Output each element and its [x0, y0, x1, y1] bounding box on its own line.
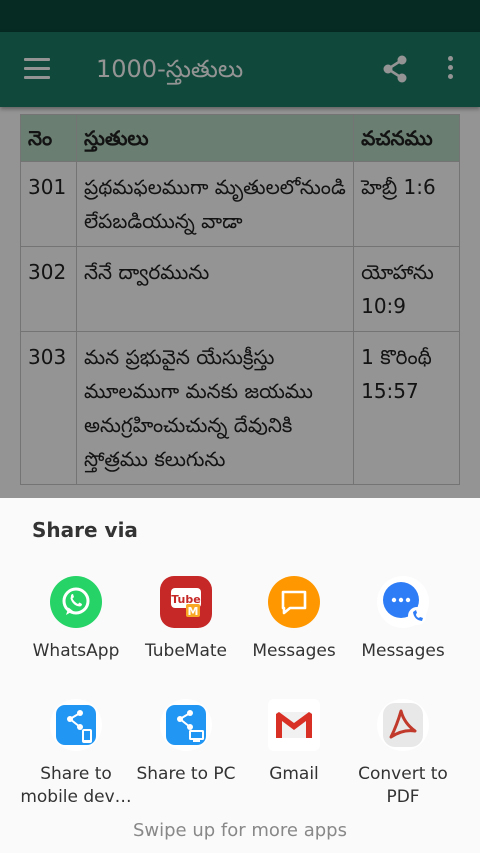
whatsapp-icon — [50, 576, 102, 628]
share-to-pc-icon — [160, 699, 212, 751]
share-app-tubemate[interactable]: Tube M TubeMate — [126, 576, 246, 691]
app-label: Messages — [361, 641, 445, 661]
app-label: Gmail — [269, 764, 319, 784]
svg-text:M: M — [188, 605, 199, 618]
share-app-messages[interactable]: Messages — [234, 576, 354, 691]
gmail-icon — [268, 699, 320, 751]
share-app-convert-to-pdf[interactable]: Convert to PDF — [343, 699, 463, 814]
swipe-hint: Swipe up for more apps — [132, 820, 347, 841]
share-to-mobile-icon — [50, 699, 102, 751]
share-app-whatsapp[interactable]: WhatsApp — [16, 576, 136, 691]
share-app-messages-chat[interactable]: Messages — [343, 576, 463, 691]
messages-icon — [268, 576, 320, 628]
share-app-gmail[interactable]: Gmail — [234, 699, 354, 814]
share-sheet: Share via WhatsApp Tube M TubeMate Messa… — [0, 498, 480, 853]
app-label: WhatsApp — [32, 641, 120, 661]
app-label: Convert to PDF — [358, 764, 448, 807]
tubemate-icon: Tube M — [160, 576, 212, 628]
app-label: Share to PC — [136, 764, 236, 784]
app-label: Share to mobile dev… — [20, 764, 132, 807]
share-sheet-title: Share via — [32, 518, 138, 542]
app-label: Messages — [252, 641, 336, 661]
chat-icon — [377, 576, 429, 628]
share-app-share-to-pc[interactable]: Share to PC — [126, 699, 246, 814]
share-app-share-to-mobile[interactable]: Share to mobile dev… — [16, 699, 136, 814]
app-label: TubeMate — [144, 641, 228, 661]
pdf-icon — [377, 699, 429, 751]
